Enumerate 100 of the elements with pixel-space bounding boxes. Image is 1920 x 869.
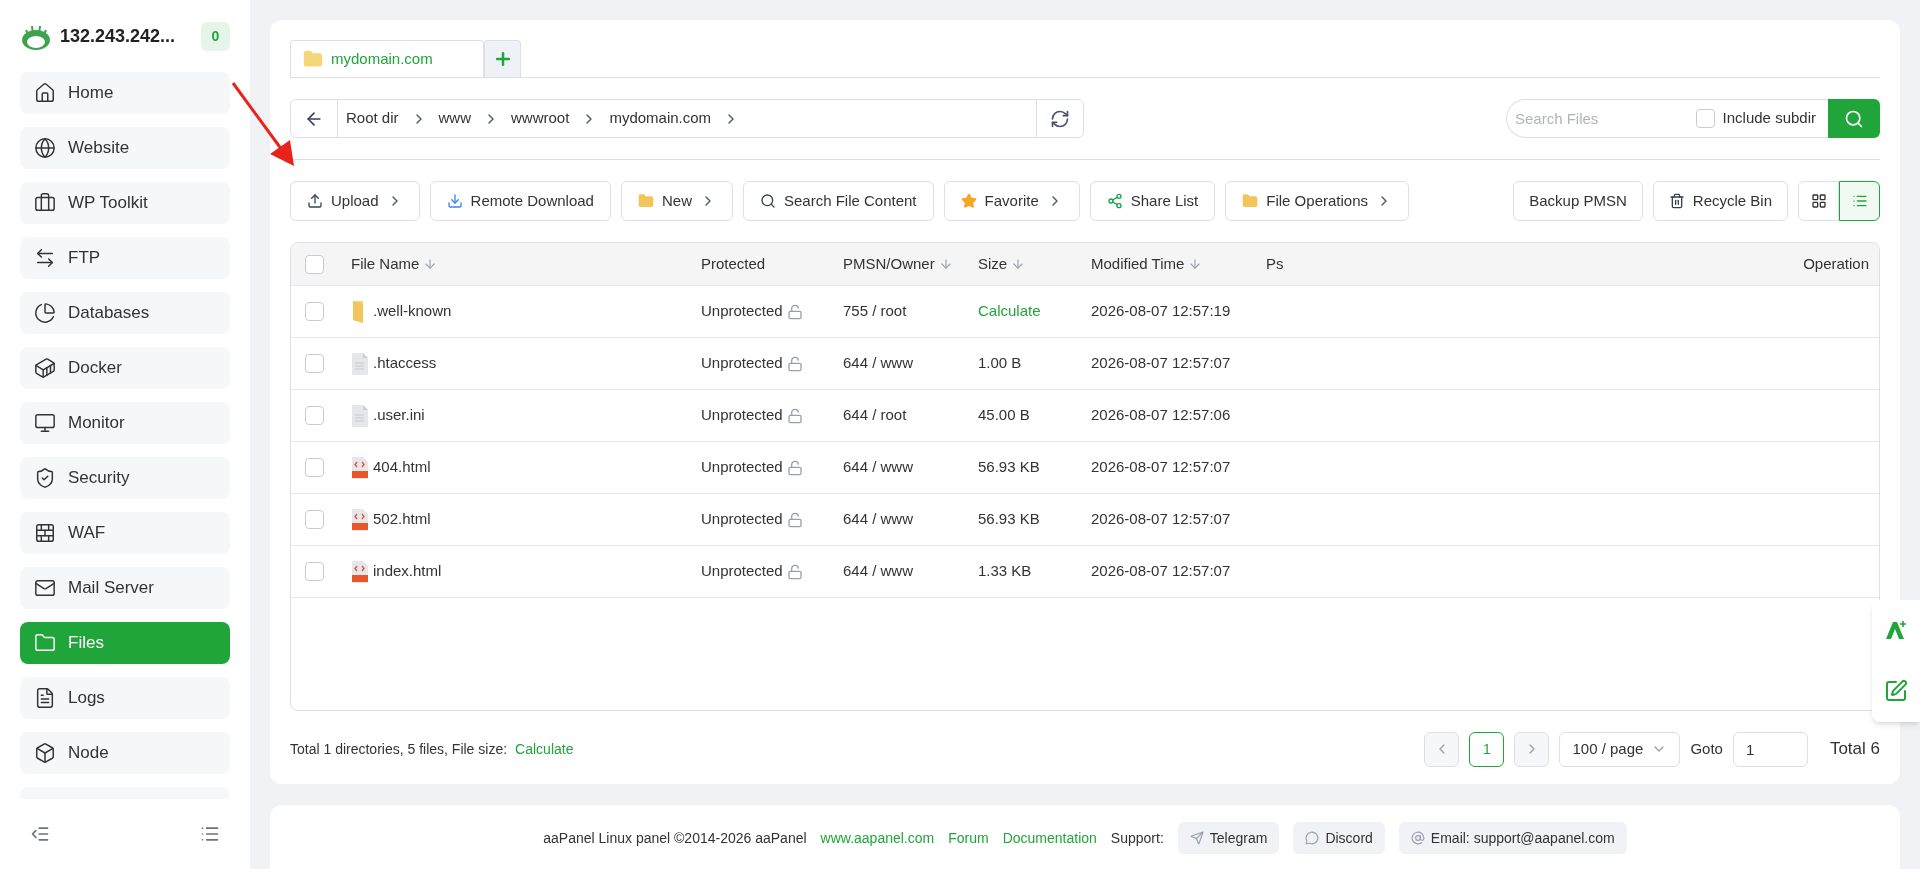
row-checkbox[interactable]: [305, 562, 324, 581]
column-header: Ps: [1266, 253, 1285, 274]
table-cell-text: 45.00 B: [978, 405, 1030, 426]
toolbar-button[interactable]: File Operations: [1225, 181, 1409, 221]
sidebar-item[interactable]: WAF: [20, 512, 230, 554]
menu-icon[interactable]: [200, 824, 220, 844]
sidebar-item[interactable]: Home: [20, 72, 230, 114]
support-chip[interactable]: Email: support@aapanel.com: [1398, 822, 1627, 854]
table-cell-text: 2026-08-07 12:57:07: [1091, 509, 1231, 530]
file-name[interactable]: .htaccess: [373, 352, 437, 375]
column-header[interactable]: PMSN/Owner: [843, 252, 978, 276]
trash-icon: [1668, 193, 1685, 209]
table-cell-text: 2026-08-07 12:57:07: [1091, 561, 1231, 582]
unlock-icon[interactable]: [786, 355, 803, 372]
search-button[interactable]: [1828, 99, 1880, 138]
house-icon: [34, 82, 56, 104]
share-icon: [1106, 193, 1123, 209]
email-icon: [1410, 831, 1425, 845]
include-subdir-checkbox[interactable]: [1695, 109, 1715, 128]
goto-label: Goto: [1690, 738, 1723, 759]
support-chip[interactable]: Discord: [1293, 822, 1385, 854]
document-icon: [351, 351, 369, 376]
column-header[interactable]: File Name: [351, 252, 701, 276]
breadcrumb-link[interactable]: Root dir: [346, 107, 399, 130]
sidebar-item[interactable]: Databases: [20, 292, 230, 334]
breadcrumb-link[interactable]: www: [438, 107, 472, 130]
sidebar-item[interactable]: Security: [20, 457, 230, 499]
monitor-icon: [34, 412, 56, 434]
toolbar-button[interactable]: New: [620, 181, 733, 221]
letter-a-plus-icon[interactable]: [1884, 619, 1908, 641]
mail-icon: [34, 577, 56, 599]
html-file-icon: [351, 455, 369, 480]
folder-icon: [34, 632, 56, 654]
unlock-icon[interactable]: [786, 511, 803, 528]
breadcrumb-link[interactable]: wwwroot: [511, 107, 570, 130]
sidebar-item[interactable]: Mail Server: [20, 567, 230, 609]
table-cell-text: 1.00 B: [978, 353, 1022, 374]
support-chip[interactable]: Telegram: [1177, 822, 1280, 854]
star-icon: [960, 193, 977, 209]
sidebar-item[interactable]: FTP: [20, 237, 230, 279]
include-subdir-label: Include subdir: [1722, 108, 1816, 129]
sidebar-item[interactable]: WP Toolkit: [20, 182, 230, 224]
toolbar-button[interactable]: Upload: [290, 181, 420, 221]
table-cell-text: Unprotected: [701, 353, 783, 374]
table-cell-text: 2026-08-07 12:57:07: [1091, 457, 1231, 478]
row-checkbox[interactable]: [305, 510, 324, 529]
download-icon: [446, 193, 463, 209]
sidebar-item[interactable]: Monitor: [20, 402, 230, 444]
select-all-checkbox[interactable]: [305, 254, 324, 274]
unlock-icon[interactable]: [786, 459, 803, 476]
html-file-icon: [351, 559, 369, 584]
sidebar-item[interactable]: Node: [20, 732, 230, 774]
table-cell-text: 644 / www: [843, 509, 914, 530]
collapse-icon[interactable]: [30, 824, 50, 844]
toolbar-button[interactable]: Backup PMSN: [1513, 181, 1643, 221]
globe-icon: [34, 137, 56, 159]
table-cell-text: 2026-08-07 12:57:19: [1091, 301, 1231, 322]
column-header[interactable]: Modified Time: [1091, 252, 1266, 276]
grid-view-button[interactable]: [1798, 181, 1839, 221]
row-checkbox[interactable]: [305, 406, 324, 425]
support-label: Support:: [1110, 829, 1164, 848]
table-cell-text: Unprotected: [701, 457, 783, 478]
sidebar-item[interactable]: Docker: [20, 347, 230, 389]
row-checkbox[interactable]: [305, 354, 324, 373]
shield-icon: [34, 467, 56, 489]
toolbar-button[interactable]: Favorite: [943, 181, 1080, 221]
search-field[interactable]: Search Files: [1515, 103, 1665, 134]
file-name[interactable]: index.html: [373, 560, 442, 583]
row-checkbox[interactable]: [305, 302, 324, 321]
goto-field[interactable]: 1: [1732, 731, 1808, 767]
file-name[interactable]: 502.html: [373, 508, 431, 531]
column-header[interactable]: Size: [978, 252, 1091, 276]
unlock-icon[interactable]: [786, 303, 803, 320]
row-checkbox[interactable]: [305, 458, 324, 477]
search-icon: [1844, 108, 1864, 129]
summary-text: Total 1 directories, 5 files, File size:: [290, 739, 508, 759]
page-size-select[interactable]: 100 / page: [1559, 731, 1681, 767]
previous-page-button[interactable]: [1424, 731, 1460, 767]
toolbar-button[interactable]: Search File Content: [742, 181, 934, 221]
toolbar-button[interactable]: Share List: [1089, 181, 1216, 221]
file-name[interactable]: 404.html: [373, 456, 431, 479]
sidebar-item[interactable]: Logs: [20, 677, 230, 719]
table-cell-text: Unprotected: [701, 405, 783, 426]
add-tab-button[interactable]: [484, 40, 521, 77]
list-icon: [1851, 193, 1868, 209]
grid-icon: [1810, 193, 1827, 209]
edit-note-icon[interactable]: [1884, 679, 1908, 703]
unlock-icon[interactable]: [786, 407, 803, 424]
folder-icon: [1242, 193, 1259, 209]
next-page-button[interactable]: [1514, 731, 1550, 767]
file-name[interactable]: .user.ini: [373, 404, 425, 427]
file-name[interactable]: .well-known: [373, 300, 452, 323]
column-header: Protected: [701, 253, 767, 274]
toolbar-button[interactable]: Recycle Bin: [1652, 181, 1788, 221]
sort-icon: [938, 257, 953, 271]
toolbar-button[interactable]: Remote Download: [429, 181, 611, 221]
breadcrumb-link[interactable]: mydomain.com: [609, 107, 712, 130]
sidebar-item[interactable]: Website: [20, 127, 230, 169]
unlock-icon[interactable]: [786, 563, 803, 580]
table-cell-text: 2026-08-07 12:57:07: [1091, 353, 1231, 374]
